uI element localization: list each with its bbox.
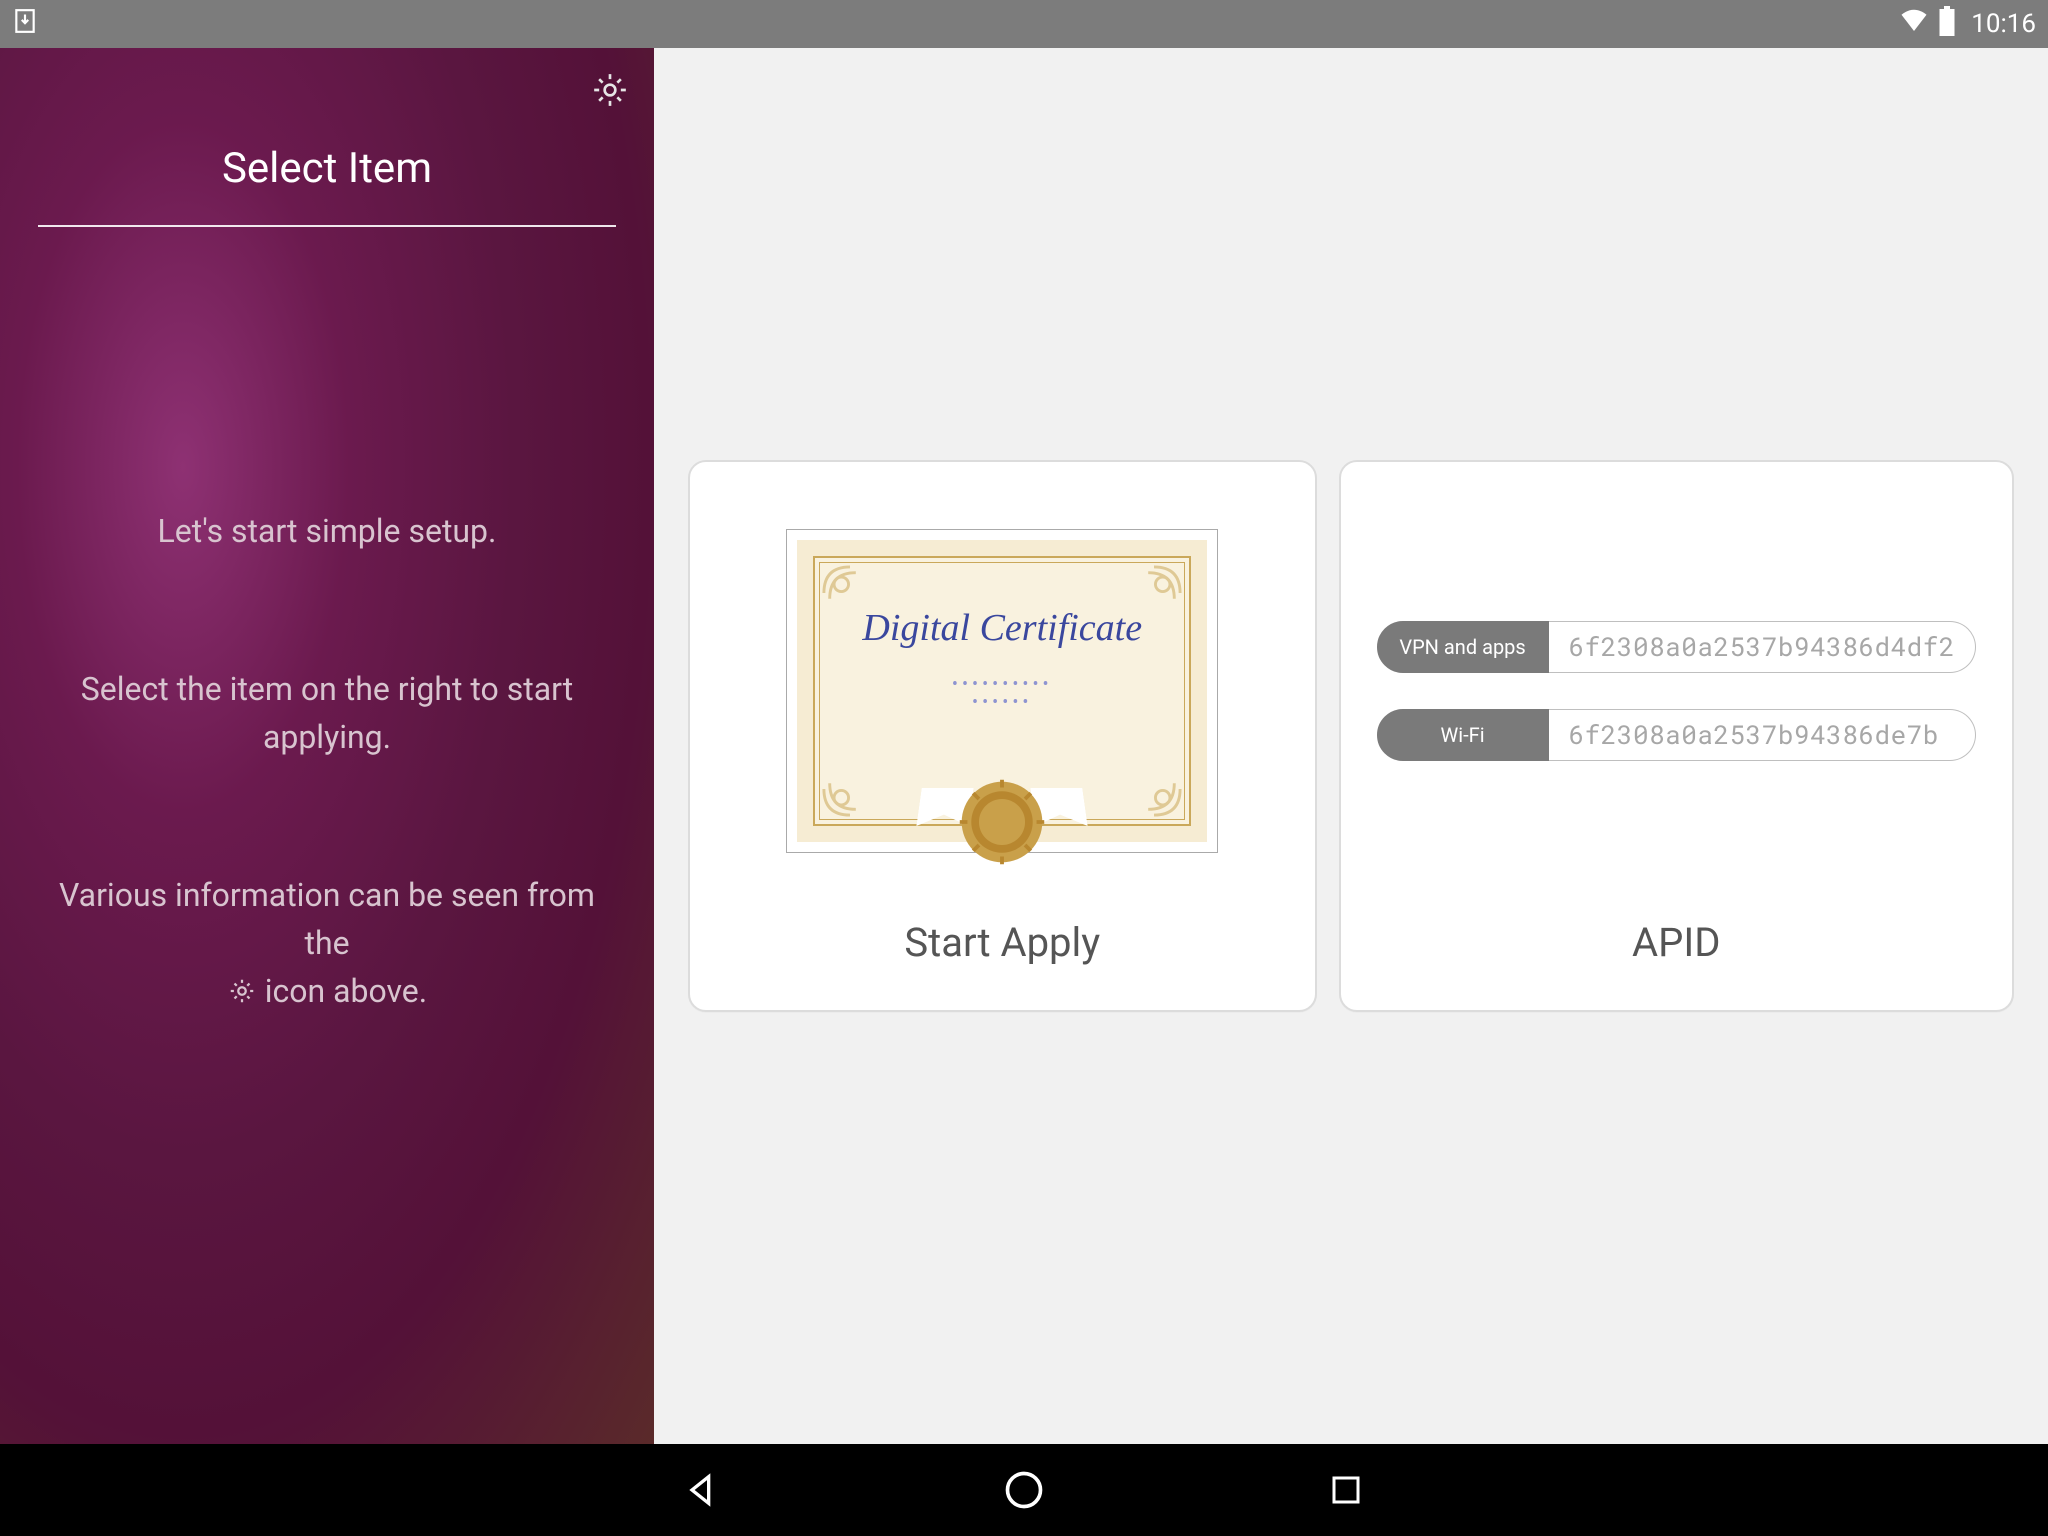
gear-icon — [590, 70, 630, 110]
apid-card[interactable]: VPN and apps 6f2308a0a2537b94386d4df2 Wi… — [1339, 460, 2014, 1012]
apid-row-value: 6f2308a0a2537b94386d4df2 — [1549, 621, 1976, 673]
sidebar-title: Select Item — [38, 144, 616, 193]
recent-button[interactable] — [1320, 1464, 1372, 1516]
sidebar-text-2: Select the item on the right to start ap… — [42, 665, 612, 761]
seal-icon — [954, 774, 1050, 870]
wifi-icon — [1899, 6, 1929, 43]
status-bar: 10:16 — [0, 0, 2048, 48]
download-icon — [12, 8, 38, 41]
clock-text: 10:16 — [1971, 9, 2036, 39]
main-panel: Digital Certificate •••••••••••••••• — [654, 48, 2048, 1444]
recent-icon — [1328, 1472, 1364, 1508]
sidebar-underline — [38, 225, 616, 227]
certificate-image: Digital Certificate •••••••••••••••• — [787, 530, 1217, 852]
back-button[interactable] — [676, 1464, 728, 1516]
start-apply-title: Start Apply — [690, 919, 1315, 966]
certificate-title: Digital Certificate — [815, 606, 1189, 650]
apid-row-label: Wi-Fi — [1377, 709, 1549, 761]
gear-icon — [227, 971, 257, 1001]
sidebar: Select Item Let's start simple setup. Se… — [0, 48, 654, 1444]
apid-row-label: VPN and apps — [1377, 621, 1549, 673]
certificate-dots: •••••••••••••••• — [815, 676, 1189, 712]
battery-icon — [1937, 6, 1957, 43]
sidebar-text-3: Various information can be seen from the… — [42, 871, 612, 1015]
back-icon — [682, 1470, 722, 1510]
content-area: Select Item Let's start simple setup. Se… — [0, 48, 2048, 1444]
nav-bar — [0, 1444, 2048, 1536]
apid-row-vpn: VPN and apps 6f2308a0a2537b94386d4df2 — [1377, 621, 1976, 673]
settings-button[interactable] — [588, 68, 632, 112]
home-button[interactable] — [998, 1464, 1050, 1516]
home-icon — [1002, 1468, 1046, 1512]
apid-title: APID — [1341, 919, 2012, 966]
start-apply-card[interactable]: Digital Certificate •••••••••••••••• — [688, 460, 1317, 1012]
sidebar-text-1: Let's start simple setup. — [42, 507, 612, 555]
apid-row-wifi: Wi-Fi 6f2308a0a2537b94386de7b — [1377, 709, 1976, 761]
apid-row-value: 6f2308a0a2537b94386de7b — [1549, 709, 1976, 761]
